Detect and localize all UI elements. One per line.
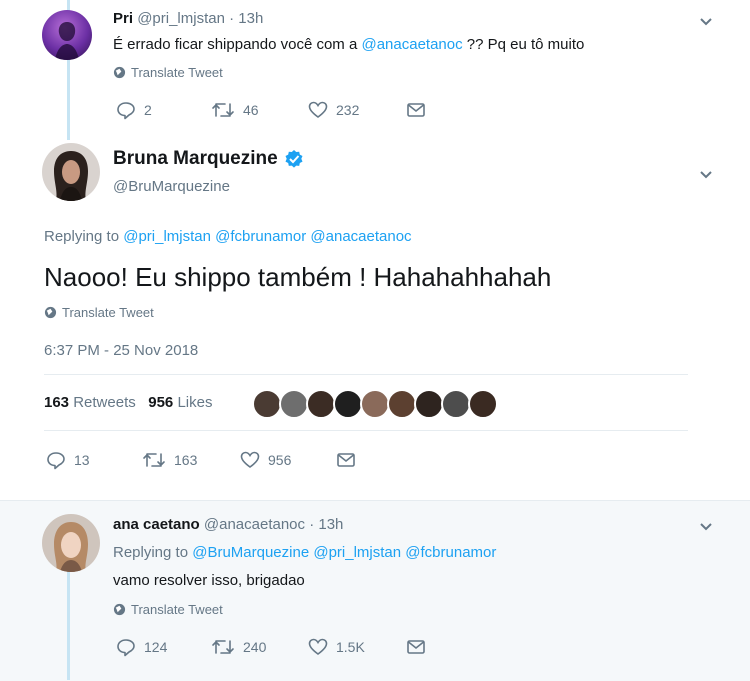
main-like-button[interactable]: 956 <box>240 450 291 470</box>
tweet1-time[interactable]: · 13h <box>229 10 263 27</box>
main-reply-button[interactable]: 13 <box>46 450 90 470</box>
retweet-icon <box>212 640 234 654</box>
main-retweet-button[interactable]: 163 <box>142 450 197 470</box>
avatar[interactable] <box>252 389 282 419</box>
reply-icon <box>47 452 65 470</box>
main-replying-to: Replying to @pri_lmjstan @fcbrunamor @an… <box>44 228 412 245</box>
like-stat[interactable]: 956 Likes <box>148 394 212 411</box>
chevron-down-icon[interactable] <box>697 13 715 31</box>
divider <box>44 374 688 375</box>
globe-icon <box>44 306 57 319</box>
globe-icon <box>113 603 126 616</box>
engagement-stats: 163 Retweets 956 Likes <box>44 394 212 411</box>
tweet3-like-button[interactable]: 1.5K <box>308 637 365 657</box>
tweet3-reply-button[interactable]: 124 <box>116 637 167 657</box>
like-icon <box>308 101 328 118</box>
tweet1-text: É errado ficar shippando você com a @ana… <box>113 36 585 53</box>
tweet3-time[interactable]: · 13h <box>309 516 343 533</box>
avatar[interactable] <box>279 389 309 419</box>
main-message-icon[interactable] <box>336 451 356 469</box>
avatar-bruna[interactable] <box>42 143 100 201</box>
main-timestamp[interactable]: 6:37 PM - 25 Nov 2018 <box>44 342 198 359</box>
tweet3-retweet-button[interactable]: 240 <box>211 637 266 657</box>
avatar[interactable] <box>441 389 471 419</box>
main-tweet-text: Naooo! Eu shippo também ! Hahahahhahah <box>44 262 552 292</box>
tweet1-retweet-button[interactable]: 46 <box>211 100 259 120</box>
tweet3-header: ana caetano @anacaetanoc · 13h <box>113 516 343 533</box>
tweet1-message-icon[interactable] <box>406 101 426 119</box>
thread-line-bottom <box>67 570 70 680</box>
like-icon <box>308 638 328 655</box>
tweet1-mention[interactable]: @anacaetanoc <box>361 36 462 53</box>
retweet-icon <box>143 453 165 467</box>
tweet1-header: Pri @pri_lmjstan · 13h <box>113 10 263 27</box>
tweet3-replying-to: Replying to @BruMarquezine @pri_lmjstan … <box>113 544 497 561</box>
tweet1-reply-button[interactable]: 2 <box>116 100 152 120</box>
reply-icon <box>117 639 135 657</box>
verified-badge-icon <box>285 150 303 168</box>
mention-link[interactable]: @anacaetanoc <box>310 228 411 245</box>
avatar[interactable] <box>360 389 390 419</box>
liker-avatars <box>252 389 498 419</box>
main-name[interactable]: Bruna Marquezine <box>113 148 304 170</box>
mention-link[interactable]: @pri_lmjstan <box>123 228 211 245</box>
avatar[interactable] <box>387 389 417 419</box>
chevron-down-icon[interactable] <box>697 518 715 536</box>
retweet-stat[interactable]: 163 Retweets <box>44 394 136 411</box>
tweet1-like-button[interactable]: 232 <box>308 100 359 120</box>
avatar[interactable] <box>468 389 498 419</box>
divider <box>44 430 688 431</box>
tweet3-name[interactable]: ana caetano <box>113 516 200 533</box>
tweet3-message-icon[interactable] <box>406 638 426 656</box>
reply-icon <box>117 102 135 120</box>
retweet-icon <box>212 103 234 117</box>
globe-icon <box>113 66 126 79</box>
mention-link[interactable]: @fcbrunamor <box>215 228 306 245</box>
tweet3-text: vamo resolver isso, brigadao <box>113 572 305 589</box>
avatar[interactable] <box>414 389 444 419</box>
tweet3-translate-link[interactable]: Translate Tweet <box>113 602 223 617</box>
avatar-pri[interactable] <box>42 10 92 60</box>
chevron-down-icon[interactable] <box>697 166 715 184</box>
avatar-ana[interactable] <box>42 514 100 572</box>
avatar[interactable] <box>306 389 336 419</box>
tweet1-handle[interactable]: @pri_lmjstan <box>137 10 225 27</box>
mention-link[interactable]: @pri_lmjstan <box>313 544 401 561</box>
mention-link[interactable]: @fcbrunamor <box>405 544 496 561</box>
mention-link[interactable]: @BruMarquezine <box>192 544 309 561</box>
tweet1-translate-link[interactable]: Translate Tweet <box>113 65 223 80</box>
like-icon <box>240 451 260 468</box>
main-handle[interactable]: @BruMarquezine <box>113 178 230 195</box>
main-translate-link[interactable]: Translate Tweet <box>44 305 154 320</box>
tweet1-name[interactable]: Pri <box>113 10 133 27</box>
tweet3-handle[interactable]: @anacaetanoc <box>204 516 305 533</box>
avatar[interactable] <box>333 389 363 419</box>
